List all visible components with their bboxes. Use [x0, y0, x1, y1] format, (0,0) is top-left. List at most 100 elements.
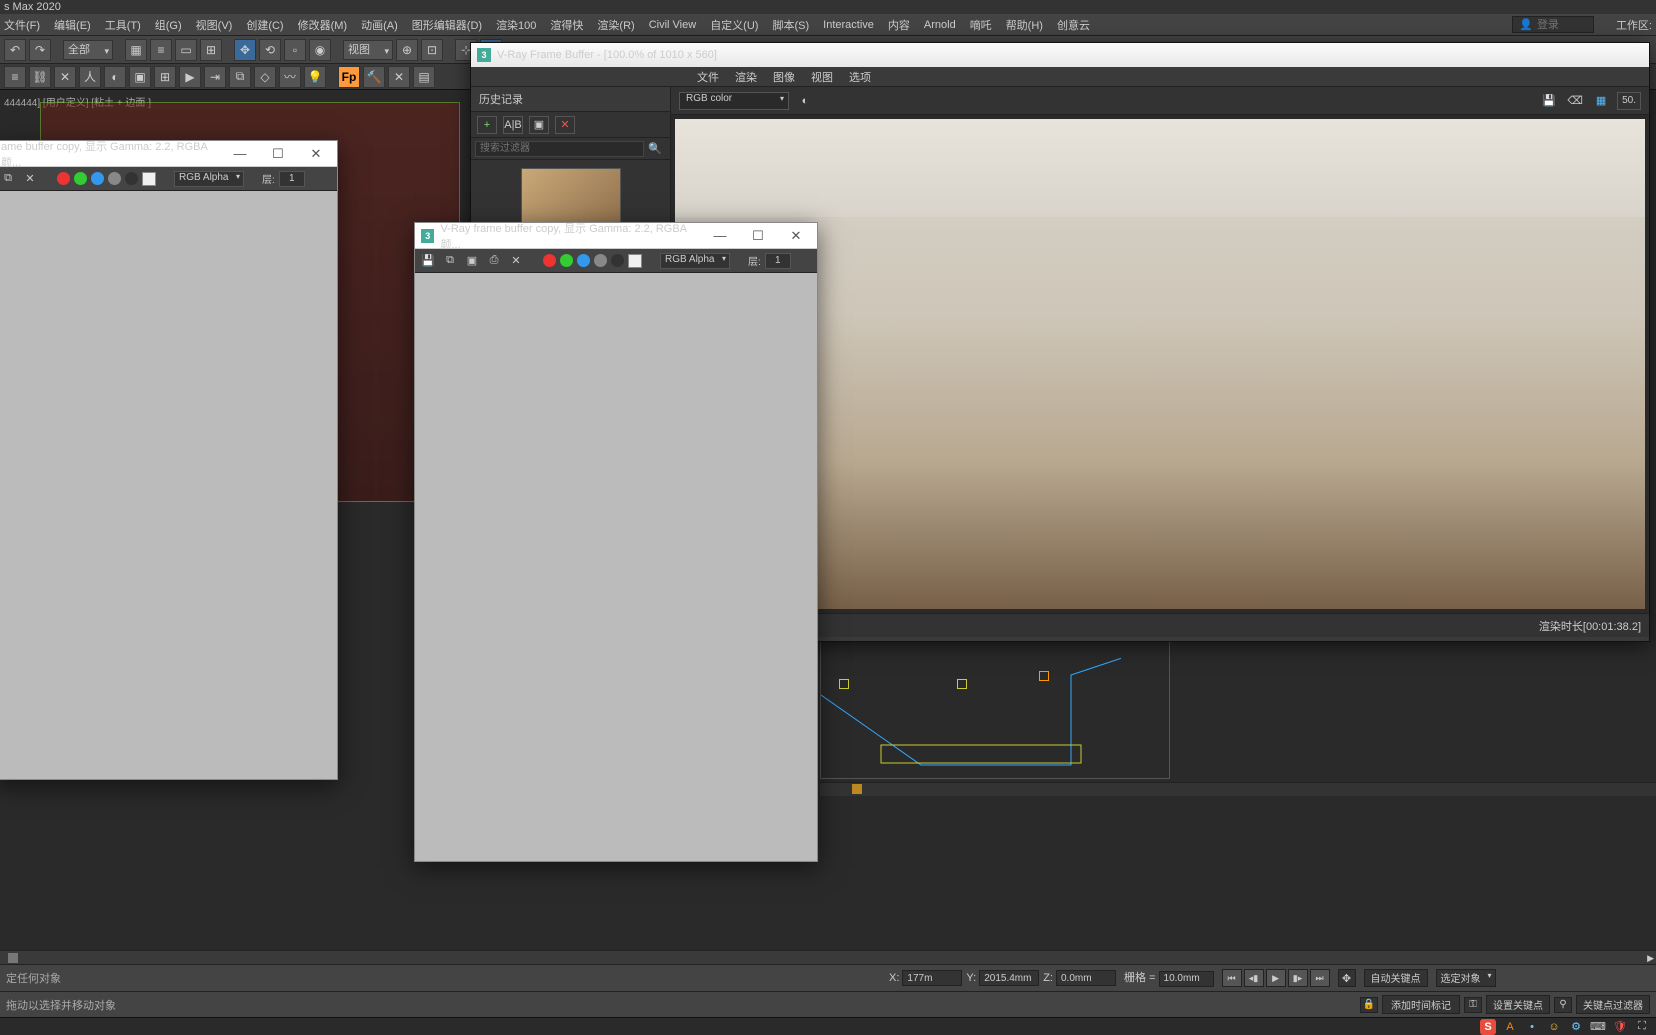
login-input[interactable] — [1537, 19, 1587, 31]
menu-graph[interactable]: 图形编辑器(D) — [412, 17, 482, 33]
copy1-dup-icon[interactable]: ⧉ — [0, 171, 17, 187]
prev-frame-btn[interactable]: ◂▮ — [1244, 969, 1264, 987]
y-input[interactable] — [979, 970, 1039, 986]
clear-icon[interactable]: ⌫ — [1565, 92, 1585, 110]
copy2-close-icon[interactable]: ✕ — [507, 253, 525, 269]
copy2-green-ch[interactable] — [560, 254, 573, 267]
bottom-viewport[interactable] — [820, 634, 1170, 779]
vfb-menu-view[interactable]: 视图 — [811, 69, 833, 85]
menu-civil[interactable]: Civil View — [649, 19, 696, 31]
login-box[interactable]: 👤 — [1512, 16, 1594, 33]
scroll-right-icon[interactable]: ▶ — [1647, 953, 1654, 964]
snapshot-btn[interactable]: ▶ — [179, 66, 201, 88]
goto-start-btn[interactable]: ⏮ — [1222, 969, 1242, 987]
copy1-grey-ch[interactable] — [108, 172, 121, 185]
copy2-copy-icon[interactable]: ▣ — [463, 253, 481, 269]
copy1-alpha-dd[interactable]: RGB Alpha — [174, 171, 244, 187]
copy2-max-btn[interactable]: ☐ — [743, 228, 773, 244]
copy1-close-btn[interactable]: ✕ — [301, 146, 331, 162]
copy2-mono-swatch[interactable] — [628, 254, 642, 268]
hist-search-input[interactable] — [475, 141, 644, 157]
wrench-icon[interactable]: ✕ — [388, 66, 410, 88]
search-icon[interactable]: 🔍 — [644, 142, 666, 155]
menu-file[interactable]: 文件(F) — [4, 17, 40, 33]
globe-icon[interactable]: ◐ — [795, 92, 815, 110]
tray-shield-icon[interactable]: 🛡 — [1612, 1019, 1628, 1035]
select-rect-btn[interactable]: ▭ — [175, 39, 197, 61]
copy1-layer-val[interactable]: 1 — [279, 171, 305, 187]
copy2-dup-icon[interactable]: ⧉ — [441, 253, 459, 269]
notes-icon[interactable]: ▤ — [413, 66, 435, 88]
menu-render[interactable]: 渲染(R) — [597, 17, 634, 33]
place-btn[interactable]: ◉ — [309, 39, 331, 61]
menu-custom[interactable]: 自定义(U) — [710, 17, 758, 33]
copy1-max-btn[interactable]: ☐ — [263, 146, 293, 162]
select-name-btn[interactable]: ≡ — [150, 39, 172, 61]
copy1-green-ch[interactable] — [74, 172, 87, 185]
copy2-print-icon[interactable]: ⎙ — [485, 253, 503, 269]
filter-icon[interactable]: ⚲ — [1554, 997, 1572, 1013]
autokey-btn[interactable]: 自动关键点 — [1364, 969, 1428, 987]
coord-btn[interactable]: ⊕ — [396, 39, 418, 61]
menu-arnold[interactable]: Arnold — [924, 19, 956, 31]
rotate-btn[interactable]: ⟲ — [259, 39, 281, 61]
nav-plus-btn[interactable]: ✥ — [1338, 969, 1356, 987]
copy2-alpha-ch[interactable] — [611, 254, 624, 267]
menu-modifier[interactable]: 修改器(M) — [298, 17, 348, 33]
play-btn[interactable]: ▶ — [1266, 969, 1286, 987]
select-window-btn[interactable]: ⊞ — [200, 39, 222, 61]
copy2-red-ch[interactable] — [543, 254, 556, 267]
ref-dropdown[interactable]: 视图 — [343, 40, 393, 60]
z-input[interactable] — [1056, 970, 1116, 986]
clone-btn[interactable]: ⧉ — [229, 66, 251, 88]
mirror-btn[interactable]: ◐ — [104, 66, 126, 88]
undo-btn[interactable]: ↶ — [4, 39, 26, 61]
copy1-blue-ch[interactable] — [91, 172, 104, 185]
vfb-render-view[interactable] — [675, 119, 1645, 609]
goto-end-btn[interactable]: ⏭ — [1310, 969, 1330, 987]
tray-gear-icon[interactable]: ⚙ — [1568, 1019, 1584, 1035]
menu-creative[interactable]: 创意云 — [1057, 17, 1090, 33]
vfb-menu-render[interactable]: 渲染 — [735, 69, 757, 85]
tray-expand-icon[interactable]: ⛶ — [1634, 1019, 1650, 1035]
copy1-titlebar[interactable]: ame buffer copy, 显示 Gamma: 2.2, RGBA 颜..… — [0, 141, 337, 167]
set-key-btn[interactable]: 设置关键点 — [1486, 995, 1550, 1014]
list-icon[interactable]: ≡ — [4, 66, 26, 88]
tray-kb-icon[interactable]: ⌨ — [1590, 1019, 1606, 1035]
time-track[interactable] — [820, 782, 1656, 796]
menu-dizha[interactable]: 嘀吒 — [970, 17, 992, 33]
move-btn[interactable]: ✥ — [234, 39, 256, 61]
hist-del-btn[interactable]: ✕ — [555, 116, 575, 134]
vfb-menu-file[interactable]: 文件 — [697, 69, 719, 85]
copy1-min-btn[interactable]: — — [225, 146, 255, 162]
tray-a-icon[interactable]: A — [1502, 1019, 1518, 1035]
next-frame-btn[interactable]: ▮▸ — [1288, 969, 1308, 987]
copy1-render[interactable] — [0, 191, 337, 779]
sogou-ime-icon[interactable]: S — [1480, 1019, 1496, 1035]
scale-btn[interactable]: ▫ — [284, 39, 306, 61]
path-btn[interactable]: 〰 — [279, 66, 301, 88]
copy2-save-icon[interactable]: 💾 — [419, 253, 437, 269]
menu-anim[interactable]: 动画(A) — [361, 17, 398, 33]
coord2-btn[interactable]: ⊡ — [421, 39, 443, 61]
copy2-alpha-dd[interactable]: RGB Alpha — [660, 253, 730, 269]
sel-obj-dropdown[interactable]: 选定对象 — [1436, 969, 1496, 987]
redo-btn[interactable]: ↷ — [29, 39, 51, 61]
light-btn[interactable]: 💡 — [304, 66, 326, 88]
tray-smile-icon[interactable]: ☺ — [1546, 1019, 1562, 1035]
copy2-close-btn[interactable]: ✕ — [781, 228, 811, 244]
menu-script[interactable]: 脚本(S) — [772, 17, 809, 33]
copy1-red-ch[interactable] — [57, 172, 70, 185]
select-btn[interactable]: ▦ — [125, 39, 147, 61]
key-filter-btn[interactable]: 关键点过滤器 — [1576, 995, 1650, 1014]
hist-save-btn[interactable]: ▣ — [529, 116, 549, 134]
menu-tools[interactable]: 工具(T) — [105, 17, 141, 33]
menu-interactive[interactable]: Interactive — [823, 19, 874, 31]
copy2-titlebar[interactable]: 3 V-Ray frame buffer copy, 显示 Gamma: 2.2… — [415, 223, 817, 249]
fp-btn[interactable]: Fp — [338, 66, 360, 88]
lock-icon[interactable]: 🔒 — [1360, 997, 1378, 1013]
ik-btn[interactable]: 人 — [79, 66, 101, 88]
hist-add-btn[interactable]: + — [477, 116, 497, 134]
copy2-blue-ch[interactable] — [577, 254, 590, 267]
menu-group[interactable]: 组(G) — [155, 17, 182, 33]
